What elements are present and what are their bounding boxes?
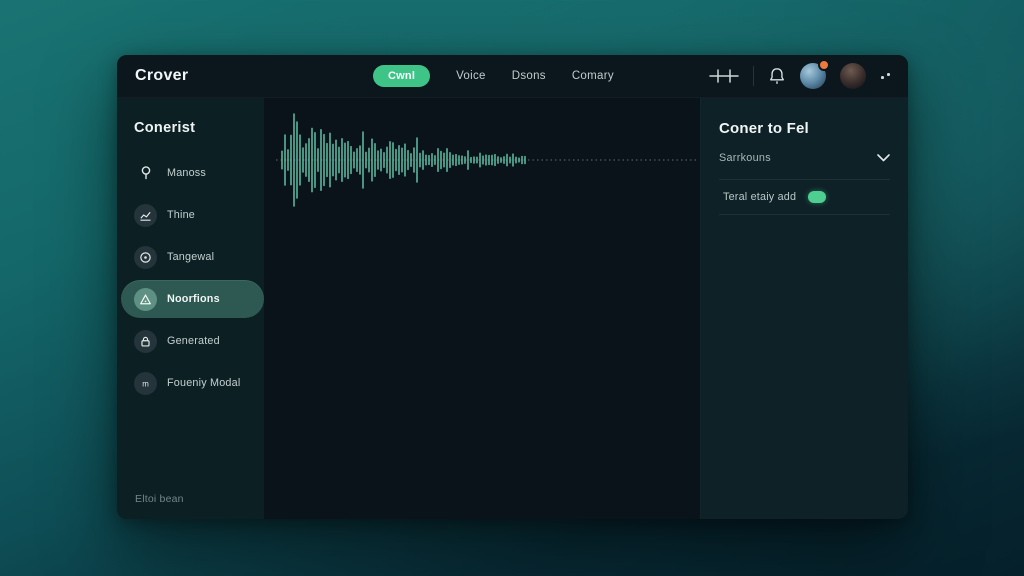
sidebar-footer-text: Eltoi bean — [135, 493, 184, 505]
main-nav: Cwnl Voice Dsons Comary — [373, 55, 614, 97]
nav-tab-comary[interactable]: Comary — [572, 70, 614, 82]
sidebar-item-label: Noorfions — [167, 293, 220, 305]
svg-text:m: m — [142, 379, 149, 388]
overflow-menu-icon[interactable] — [880, 70, 892, 82]
topbar-divider — [753, 66, 754, 86]
nav-tab-voice[interactable]: Voice — [456, 70, 486, 82]
nav-tab-dsons[interactable]: Dsons — [512, 70, 546, 82]
panel-title: Coner to Fel — [719, 120, 890, 137]
sidebar-item-label: Thine — [167, 209, 195, 221]
setting-label: Teral etaiy add — [723, 191, 796, 203]
app-window: Crover Cwnl Voice Dsons Comary — [117, 55, 908, 519]
alert-triangle-icon — [134, 288, 157, 311]
brand-logo: Crover — [135, 67, 188, 85]
waveform — [276, 110, 696, 210]
main-content — [264, 98, 700, 519]
sidebar-item-manoss[interactable]: Manoss — [117, 152, 264, 194]
waveform-container[interactable] — [276, 110, 696, 215]
sidebar-item-thine[interactable]: Thine — [117, 194, 264, 236]
app-body: Conerist Manoss — [117, 98, 908, 519]
lock-icon — [134, 330, 157, 353]
chart-icon — [134, 204, 157, 227]
sidebar-menu: Manoss Thine — [117, 152, 264, 404]
model-m-icon: m — [134, 372, 157, 395]
user-avatar-2[interactable] — [840, 63, 866, 89]
sidebar-item-label: Tangewal — [167, 251, 214, 263]
fader-icon[interactable] — [709, 67, 739, 85]
notifications-bell-icon[interactable] — [768, 66, 786, 86]
sidebar-title: Conerist — [134, 120, 264, 136]
topbar-actions — [709, 55, 892, 97]
panel-section-header[interactable]: Sarrkouns — [719, 149, 890, 180]
target-icon — [134, 246, 157, 269]
panel-setting-row: Teral etaiy add — [719, 180, 890, 215]
pin-icon — [134, 164, 157, 182]
sidebar-item-foueniy-modal[interactable]: m Foueniy Modal — [117, 362, 264, 404]
topbar: Crover Cwnl Voice Dsons Comary — [117, 55, 908, 98]
setting-toggle[interactable] — [808, 191, 826, 203]
sidebar-item-tangewal[interactable]: Tangewal — [117, 236, 264, 278]
sidebar: Conerist Manoss — [117, 98, 264, 519]
sidebar-item-label: Manoss — [167, 167, 206, 179]
nav-tab-active[interactable]: Cwnl — [373, 65, 430, 87]
chevron-down-icon[interactable] — [877, 149, 890, 167]
user-avatar-1[interactable] — [800, 63, 826, 89]
right-panel: Coner to Fel Sarrkouns Teral etaiy add — [700, 98, 908, 519]
sidebar-item-label: Foueniy Modal — [167, 377, 240, 389]
avatar-notification-badge — [818, 59, 830, 71]
sidebar-item-noorfions[interactable]: Noorfions — [121, 280, 264, 318]
panel-subtitle: Sarrkouns — [719, 152, 771, 164]
sidebar-item-label: Generated — [167, 335, 220, 347]
sidebar-item-generated[interactable]: Generated — [117, 320, 264, 362]
